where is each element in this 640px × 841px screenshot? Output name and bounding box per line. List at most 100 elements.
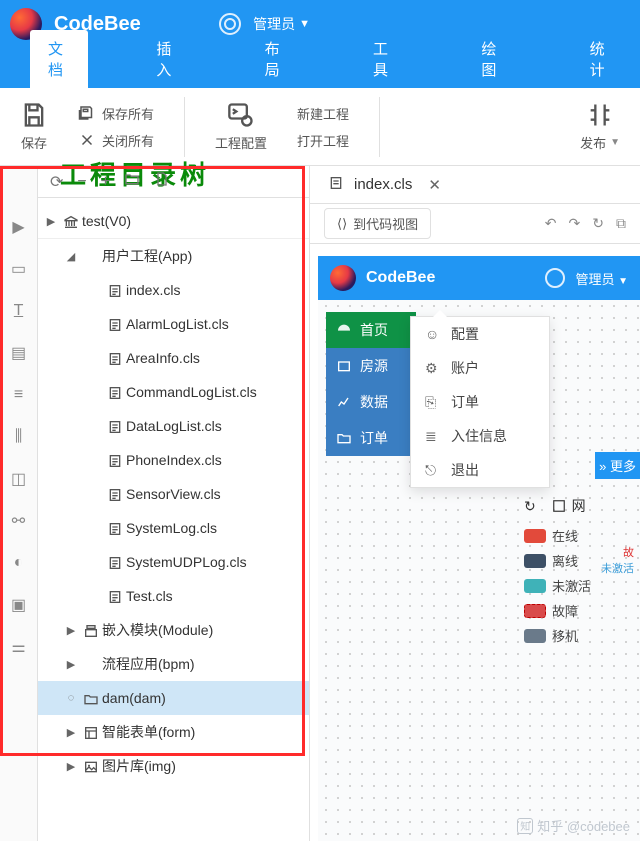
- nav-order[interactable]: 订单: [326, 420, 416, 456]
- refresh-icon[interactable]: ↻: [524, 498, 536, 515]
- tree-node[interactable]: Test.cls: [38, 579, 309, 613]
- left-tool-strip: ▶ ▭ T̲ ▤ ≡ ⫼ ◫ ⚯ ◐ ▣ ⚌: [0, 166, 38, 841]
- nav-house[interactable]: 房源: [326, 348, 416, 384]
- editor-area: index.cls ✕ ⟨⟩ 到代码视图 ↶ ↷ ↻ ⧉ CodeBee 管理员…: [310, 166, 640, 841]
- undo-icon[interactable]: ↶: [545, 215, 557, 232]
- plus-icon[interactable]: +: [101, 173, 110, 191]
- dropdown-checkin[interactable]: ≣入住信息: [411, 419, 549, 453]
- strip-palette-icon[interactable]: ◐: [0, 542, 37, 584]
- refresh-icon[interactable]: ⟳: [50, 172, 63, 192]
- file-icon[interactable]: [154, 171, 170, 192]
- close-all-label: 关闭所有: [102, 131, 154, 150]
- user-icon[interactable]: [219, 13, 241, 35]
- tree-toolbar: ⟳ − +: [38, 166, 309, 198]
- strip-page-icon[interactable]: ▭: [0, 248, 37, 290]
- preview-user-icon[interactable]: [545, 268, 565, 288]
- tree-node[interactable]: CommandLogList.cls: [38, 375, 309, 409]
- tab-document[interactable]: 文档: [30, 30, 88, 88]
- preview-user-dropdown[interactable]: 管理员 ▼: [575, 269, 628, 288]
- tab-layout[interactable]: 布局: [247, 30, 305, 88]
- strip-list-icon[interactable]: ≡: [0, 374, 37, 416]
- tree-toggle-icon[interactable]: ▶: [62, 726, 80, 739]
- nav-home[interactable]: 首页: [326, 312, 416, 348]
- tab-draw[interactable]: 绘图: [463, 30, 521, 88]
- tree-node[interactable]: AreaInfo.cls: [38, 341, 309, 375]
- tree-node[interactable]: AlarmLogList.cls: [38, 307, 309, 341]
- main-menu: 文档 插入 布局 工具 绘图 统计: [0, 48, 640, 88]
- title-bar: CodeBee 管理员 ▼: [0, 0, 640, 48]
- close-all-button[interactable]: 关闭所有: [78, 131, 154, 150]
- more-button[interactable]: » 更多: [595, 452, 640, 479]
- separator: [379, 97, 380, 157]
- tree-node[interactable]: PhoneIndex.cls: [38, 443, 309, 477]
- swatch-fault: [524, 604, 546, 618]
- editor-tab-label[interactable]: index.cls: [354, 176, 412, 193]
- grid-icon: [552, 499, 566, 513]
- tree-toggle-icon[interactable]: ◢: [62, 250, 80, 263]
- project-config-button[interactable]: 工程配置: [215, 101, 267, 152]
- tree-toggle-icon[interactable]: ▶: [62, 760, 80, 773]
- tree-node[interactable]: SystemLog.cls: [38, 511, 309, 545]
- tree-node[interactable]: ▶智能表单(form): [38, 715, 309, 749]
- dropdown-order[interactable]: ⎘ 订单: [411, 385, 549, 419]
- tree-item-icon: [104, 281, 126, 298]
- dropdown-config[interactable]: ☺配置: [411, 317, 549, 351]
- tree-toggle-icon[interactable]: ◌: [62, 692, 80, 704]
- tree-node[interactable]: SystemUDPLog.cls: [38, 545, 309, 579]
- strip-sliders-icon[interactable]: ⚌: [0, 626, 37, 668]
- strip-layout-icon[interactable]: ▤: [0, 332, 37, 374]
- strip-link-icon[interactable]: ⚯: [0, 500, 37, 542]
- open-project-label: 打开工程: [297, 131, 349, 150]
- tab-stats[interactable]: 统计: [572, 30, 630, 88]
- refresh-icon[interactable]: ↻: [592, 215, 604, 232]
- publish-button[interactable]: 发布▼: [580, 101, 620, 152]
- folder-icon[interactable]: [124, 171, 140, 192]
- dropdown-account-label: 账户: [451, 358, 479, 378]
- tree-node[interactable]: ▶test(V0): [38, 204, 309, 238]
- code-view-button[interactable]: ⟨⟩ 到代码视图: [324, 208, 431, 239]
- minus-icon[interactable]: −: [77, 173, 86, 191]
- redo-icon[interactable]: ↷: [569, 215, 581, 232]
- tree-node[interactable]: ▶流程应用(bpm): [38, 647, 309, 681]
- tree-node[interactable]: ◌dam(dam): [38, 681, 309, 715]
- nav-data[interactable]: 数据: [326, 384, 416, 420]
- tree-item-icon: [60, 212, 82, 229]
- tree-item-icon: [104, 587, 126, 604]
- nav-data-label: 数据: [360, 392, 388, 412]
- tree-toggle-icon[interactable]: ▶: [62, 658, 80, 671]
- save-all-button[interactable]: 保存所有: [78, 104, 154, 123]
- dropdown-exit[interactable]: ⎋退出: [411, 453, 549, 487]
- tab-tools[interactable]: 工具: [355, 30, 413, 88]
- open-project-button[interactable]: 打开工程: [297, 131, 349, 150]
- tree-node[interactable]: ▶嵌入模块(Module): [38, 613, 309, 647]
- close-tab-icon[interactable]: ✕: [428, 176, 441, 194]
- zhihu-icon: 知: [517, 818, 533, 834]
- strip-maximize-icon[interactable]: ▣: [0, 584, 37, 626]
- dropdown-account[interactable]: ⚙ 账户: [411, 351, 549, 385]
- save-button[interactable]: 保存: [20, 101, 48, 152]
- tree-item-label: 用户工程(App): [102, 246, 192, 266]
- tree-node[interactable]: index.cls: [38, 273, 309, 307]
- strip-text-icon[interactable]: T̲: [0, 290, 37, 332]
- gear-icon: ⚙: [425, 360, 441, 376]
- nav-home-label: 首页: [360, 320, 388, 340]
- extra-tool-icon[interactable]: ⧉: [616, 215, 626, 232]
- code-view-label: 到代码视图: [353, 214, 418, 233]
- strip-cols-icon[interactable]: ⫼: [0, 416, 37, 458]
- strip-tree-icon[interactable]: ▶: [0, 206, 37, 248]
- new-project-button[interactable]: 新建工程: [297, 104, 349, 123]
- tab-insert[interactable]: 插入: [138, 30, 196, 88]
- order-icon: ⎘: [425, 394, 441, 410]
- design-canvas[interactable]: CodeBee 管理员 ▼ 首页 房源 数据: [318, 256, 640, 841]
- legend-fault: 故障: [552, 601, 578, 620]
- dropdown-order-label: 订单: [451, 392, 479, 412]
- tree-node[interactable]: SensorView.cls: [38, 477, 309, 511]
- tree-node[interactable]: DataLogList.cls: [38, 409, 309, 443]
- tree-item-icon: [104, 553, 126, 570]
- strip-code-icon[interactable]: ◫: [0, 458, 37, 500]
- tree-node[interactable]: ◢ 用户工程(App): [38, 239, 309, 273]
- project-tree[interactable]: ▶test(V0) ◢ 用户工程(App) index.clsAlarmLogList…: [38, 198, 309, 783]
- tree-toggle-icon[interactable]: ▶: [42, 215, 60, 228]
- tree-toggle-icon[interactable]: ▶: [62, 624, 80, 637]
- tree-node[interactable]: ▶图片库(img): [38, 749, 309, 783]
